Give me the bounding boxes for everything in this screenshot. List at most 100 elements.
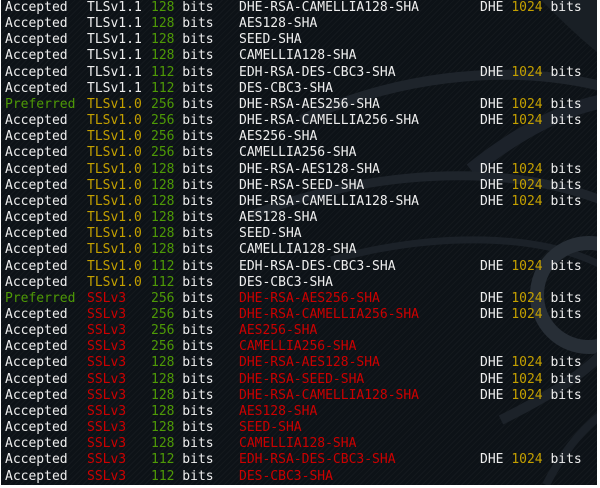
ssl-version-cell: TLSv1.1 [87,16,142,32]
dhe-bits-unit: bits [542,258,582,274]
key-bits-unit: bits [174,339,214,355]
dhe-keyexchange-cell: DHE 1024 bits [480,162,582,178]
dhe-bits-unit: bits [542,387,582,403]
key-bits-unit: bits [174,177,214,193]
key-bits-unit: bits [174,48,214,64]
dhe-bits-value: 1024 [511,96,543,112]
status-cell: Accepted [5,258,68,274]
cipher-row-23: Accepted SSLv3 128 bits DHE-RSA-AES128-SHA D… [1,355,597,371]
dhe-bits-unit: bits [542,64,582,80]
cipher-name-cell: DES-CBC3-SHA [239,274,333,290]
key-bits-value: 128 [151,48,175,64]
status-cell: Accepted [5,468,68,484]
status-cell: Accepted [5,64,68,80]
dhe-label: DHE [480,371,512,387]
dhe-keyexchange-cell: DHE 1024 bits [480,97,582,113]
key-bits-cell: 128 bits [151,0,214,16]
ssl-version-cell: SSLv3 [87,290,127,306]
dhe-label: DHE [480,355,512,371]
key-bits-cell: 256 bits [151,291,214,307]
dhe-keyexchange-cell: DHE 1024 bits [480,259,582,275]
dhe-keyexchange-cell: DHE 1024 bits [480,452,582,468]
dhe-bits-unit: bits [542,290,582,306]
key-bits-cell: 256 bits [151,97,214,113]
key-bits-cell: 128 bits [151,226,214,242]
key-bits-cell: 128 bits [151,48,214,64]
cipher-name-cell: AES128-SHA [239,16,318,32]
cipher-row-9: Accepted TLSv1.0 256 bits AES256-SHA [1,129,597,145]
dhe-bits-value: 1024 [511,113,543,129]
dhe-keyexchange-cell: DHE 1024 bits [480,388,582,404]
dhe-label: DHE [480,96,512,112]
key-bits-value: 128 [151,387,175,403]
dhe-bits-unit: bits [542,96,582,112]
dhe-label: DHE [480,113,512,129]
key-bits-unit: bits [174,129,214,145]
dhe-label: DHE [480,64,512,80]
key-bits-value: 256 [151,113,175,129]
dhe-keyexchange-cell: DHE 1024 bits [480,372,582,388]
dhe-label: DHE [480,387,512,403]
key-bits-value: 128 [151,226,175,242]
ssl-version-cell: TLSv1.0 [87,145,142,161]
key-bits-cell: 256 bits [151,339,214,355]
key-bits-unit: bits [174,64,214,80]
ssl-version-cell: TLSv1.0 [87,129,142,145]
status-cell: Accepted [5,323,68,339]
key-bits-cell: 112 bits [151,469,214,485]
cipher-name-cell: SEED-SHA [239,226,302,242]
key-bits-cell: 128 bits [151,194,214,210]
cipher-row-12: Accepted TLSv1.0 128 bits DHE-RSA-SEED-SHA D… [1,178,597,194]
ssl-version-cell: TLSv1.1 [87,32,142,48]
key-bits-unit: bits [174,468,214,484]
dhe-bits-value: 1024 [511,387,543,403]
cipher-row-19: Preferred SSLv3 256 bits DHE-RSA-AES256-SHA… [1,291,597,307]
key-bits-unit: bits [174,210,214,226]
status-cell: Accepted [5,48,68,64]
dhe-keyexchange-cell: DHE 1024 bits [480,291,582,307]
status-cell: Accepted [5,80,68,96]
dhe-bits-unit: bits [542,306,582,322]
cipher-name-cell: DHE-RSA-CAMELLIA256-SHA [239,306,420,322]
cipher-name-cell: CAMELLIA256-SHA [239,145,357,161]
dhe-bits-value: 1024 [511,371,543,387]
key-bits-value: 128 [151,403,175,419]
key-bits-unit: bits [174,274,214,290]
dhe-keyexchange-cell: DHE 1024 bits [480,113,582,129]
cipher-name-cell: DHE-RSA-AES128-SHA [239,355,380,371]
key-bits-value: 112 [151,258,175,274]
cipher-row-13: Accepted TLSv1.0 128 bits DHE-RSA-CAMELLIA1… [1,194,597,210]
cipher-name-cell: DES-CBC3-SHA [239,80,333,96]
ssl-version-cell: SSLv3 [87,420,127,436]
key-bits-cell: 112 bits [151,65,214,81]
ssl-version-cell: TLSv1.1 [87,64,142,80]
key-bits-unit: bits [174,403,214,419]
ssl-version-cell: TLSv1.0 [87,258,142,274]
cipher-name-cell: AES256-SHA [239,129,318,145]
cipher-name-cell: AES256-SHA [239,323,318,339]
status-cell: Accepted [5,306,68,322]
key-bits-value: 112 [151,80,175,96]
key-bits-value: 112 [151,64,175,80]
status-cell: Accepted [5,113,68,129]
key-bits-cell: 128 bits [151,178,214,194]
ssl-version-cell: SSLv3 [87,339,127,355]
cipher-name-cell: DHE-RSA-CAMELLIA128-SHA [239,387,420,403]
ssl-version-cell: SSLv3 [87,468,127,484]
cipher-name-cell: DHE-RSA-AES128-SHA [239,161,380,177]
key-bits-cell: 256 bits [151,129,214,145]
dhe-label: DHE [480,258,512,274]
key-bits-value: 256 [151,306,175,322]
terminal-output: Accepted TLSv1.1 128 bits DHE-RSA-CAMELLIA1… [1,0,597,485]
key-bits-unit: bits [174,371,214,387]
key-bits-value: 128 [151,0,175,15]
key-bits-cell: 112 bits [151,452,214,468]
key-bits-value: 256 [151,339,175,355]
key-bits-unit: bits [174,242,214,258]
cipher-row-3: Accepted TLSv1.1 128 bits SEED-SHA [1,32,597,48]
key-bits-unit: bits [174,323,214,339]
key-bits-value: 128 [151,210,175,226]
key-bits-value: 256 [151,129,175,145]
ssl-version-cell: TLSv1.0 [87,210,142,226]
cipher-name-cell: DHE-RSA-AES256-SHA [239,290,380,306]
